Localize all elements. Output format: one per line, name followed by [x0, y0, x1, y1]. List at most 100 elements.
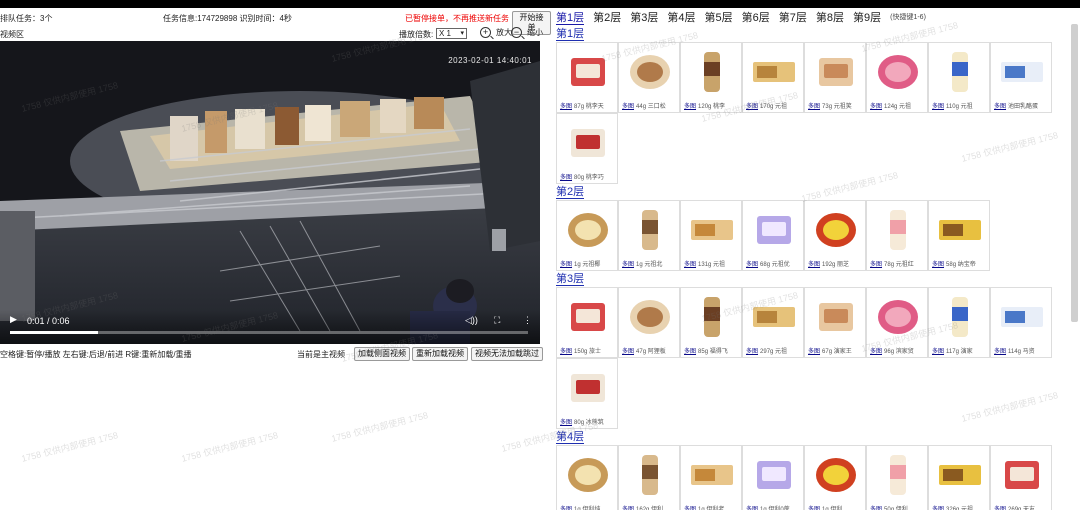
tab-layer-5[interactable]: 第5层: [705, 9, 733, 25]
multi-image-link[interactable]: 多图: [746, 262, 758, 268]
product-image[interactable]: [935, 206, 985, 254]
product-image[interactable]: [563, 119, 613, 167]
product-image[interactable]: [935, 48, 985, 96]
product-card[interactable]: 多图 78g 元祖红: [866, 200, 928, 271]
product-card[interactable]: 多图 170g 元祖: [742, 42, 804, 113]
product-image[interactable]: [625, 48, 675, 96]
tab-layer-2[interactable]: 第2层: [593, 9, 621, 25]
product-card[interactable]: 多图 114g 马资: [990, 287, 1052, 358]
multi-image-link[interactable]: 多图: [560, 349, 572, 355]
product-card[interactable]: 多图 1g 伊利老: [680, 445, 742, 510]
product-image[interactable]: [749, 293, 799, 341]
multi-image-link[interactable]: 多图: [684, 262, 696, 268]
product-image[interactable]: [997, 451, 1047, 499]
product-image[interactable]: [687, 206, 737, 254]
multi-image-link[interactable]: 多图: [932, 104, 944, 110]
product-card[interactable]: 多图 1g 元祖北: [618, 200, 680, 271]
product-card[interactable]: 多图 85g 福得飞: [680, 287, 742, 358]
multi-image-link[interactable]: 多图: [932, 262, 944, 268]
product-image[interactable]: [873, 451, 923, 499]
product-card[interactable]: 多图 269g 天友: [990, 445, 1052, 510]
multi-image-link[interactable]: 多图: [932, 349, 944, 355]
product-image[interactable]: [873, 206, 923, 254]
load-side-video-button[interactable]: 加载侧面视频: [354, 347, 410, 361]
product-card[interactable]: 多图 80g 桃李巧: [556, 113, 618, 184]
product-card[interactable]: 多图 67g 演家王: [804, 287, 866, 358]
product-card[interactable]: 多图 110g 元祖: [928, 42, 990, 113]
multi-image-link[interactable]: 多图: [684, 104, 696, 110]
multi-image-link[interactable]: 多图: [746, 104, 758, 110]
multi-image-link[interactable]: 多图: [870, 104, 882, 110]
volume-icon[interactable]: ◁)): [465, 315, 478, 326]
product-image[interactable]: [687, 293, 737, 341]
multi-image-link[interactable]: 多图: [622, 349, 634, 355]
product-image[interactable]: [563, 364, 613, 412]
multi-image-link[interactable]: 多图: [622, 262, 634, 268]
multi-image-link[interactable]: 多图: [560, 262, 572, 268]
product-image[interactable]: [625, 293, 675, 341]
product-card[interactable]: 多图 50g 伊利: [866, 445, 928, 510]
product-image[interactable]: [625, 206, 675, 254]
tab-layer-1[interactable]: 第1层: [556, 9, 585, 25]
product-card[interactable]: 多图 192g 丽芝: [804, 200, 866, 271]
product-card[interactable]: 多图 1g 伊利: [804, 445, 866, 510]
multi-image-link[interactable]: 多图: [560, 175, 572, 181]
multi-image-link[interactable]: 多图: [622, 104, 634, 110]
product-card[interactable]: 多图 73g 元祖笑: [804, 42, 866, 113]
multi-image-link[interactable]: 多图: [560, 420, 572, 426]
product-image[interactable]: [811, 48, 861, 96]
product-image[interactable]: [873, 293, 923, 341]
scrollbar[interactable]: [1071, 24, 1078, 322]
multi-image-link[interactable]: 多图: [808, 262, 820, 268]
product-image[interactable]: [749, 48, 799, 96]
product-image[interactable]: [563, 206, 613, 254]
tab-layer-8[interactable]: 第8层: [816, 9, 844, 25]
tab-layer-7[interactable]: 第7层: [779, 9, 807, 25]
tab-layer-3[interactable]: 第3层: [630, 9, 658, 25]
product-card[interactable]: 多图 池田乳酪蛋: [990, 42, 1052, 113]
video-player[interactable]: 2023-02-01 14:40:01 ▶ 0:01 / 0:06 ◁)) ⛶ …: [0, 41, 540, 344]
product-card[interactable]: 多图 124g 元祖: [866, 42, 928, 113]
product-image[interactable]: [935, 293, 985, 341]
video-progress-track[interactable]: [10, 331, 528, 334]
product-card[interactable]: 多图 58g 纳宝帝: [928, 200, 990, 271]
playback-rate-select[interactable]: X 1 ▾: [436, 28, 467, 39]
product-image[interactable]: [687, 451, 737, 499]
multi-image-link[interactable]: 多图: [994, 349, 1006, 355]
product-card[interactable]: 多图 1g 元祖椰: [556, 200, 618, 271]
product-card[interactable]: 多图 150g 旅士: [556, 287, 618, 358]
product-image[interactable]: [563, 451, 613, 499]
multi-image-link[interactable]: 多图: [808, 104, 820, 110]
multi-image-link[interactable]: 多图: [870, 349, 882, 355]
zoom-out-button[interactable]: − 缩小: [511, 27, 543, 38]
multi-image-link[interactable]: 多图: [684, 349, 696, 355]
product-image[interactable]: [687, 48, 737, 96]
product-image[interactable]: [563, 48, 613, 96]
product-image[interactable]: [935, 451, 985, 499]
reload-video-button[interactable]: 重新加载视频: [412, 347, 468, 361]
product-card[interactable]: 多图 120g 桃李: [680, 42, 742, 113]
product-card[interactable]: 多图 1g 伊利纯: [556, 445, 618, 510]
multi-image-link[interactable]: 多图: [808, 349, 820, 355]
tab-layer-9[interactable]: 第9层: [853, 9, 881, 25]
more-options-icon[interactable]: ⋮: [523, 315, 532, 326]
skip-unloadable-video-button[interactable]: 视频无法加载跳过: [471, 347, 543, 361]
tab-layer-6[interactable]: 第6层: [742, 9, 770, 25]
product-card[interactable]: 多图 47g 阿狸板: [618, 287, 680, 358]
product-card[interactable]: 多图 87g 桃李天: [556, 42, 618, 113]
multi-image-link[interactable]: 多图: [994, 104, 1006, 110]
product-card[interactable]: 多图 68g 元祖优: [742, 200, 804, 271]
product-card[interactable]: 多图 80g 冰熊筑: [556, 358, 618, 429]
product-image[interactable]: [873, 48, 923, 96]
product-image[interactable]: [811, 206, 861, 254]
fullscreen-icon[interactable]: ⛶: [494, 315, 500, 326]
product-card[interactable]: 多图 326g 元祖: [928, 445, 990, 510]
product-card[interactable]: 多图 297g 元祖: [742, 287, 804, 358]
product-image[interactable]: [749, 206, 799, 254]
multi-image-link[interactable]: 多图: [560, 104, 572, 110]
product-card[interactable]: 多图 131g 元祖: [680, 200, 742, 271]
multi-image-link[interactable]: 多图: [746, 349, 758, 355]
play-icon[interactable]: ▶: [10, 314, 17, 325]
product-image[interactable]: [625, 451, 675, 499]
product-image[interactable]: [997, 293, 1047, 341]
